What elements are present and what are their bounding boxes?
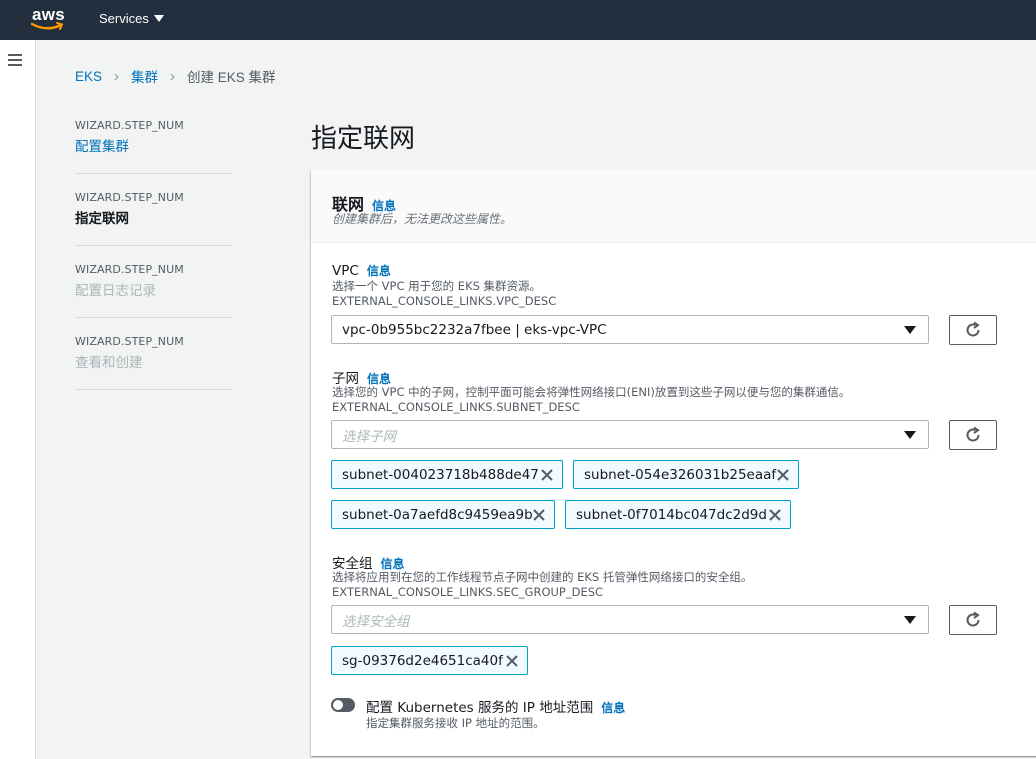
step-configure-logging: 配置日志记录 xyxy=(75,283,156,299)
subnet-desc-link: EXTERNAL_CONSOLE_LINKS.SUBNET_DESC xyxy=(332,400,580,414)
close-icon[interactable] xyxy=(540,468,554,482)
security-group-desc-link: EXTERNAL_CONSOLE_LINKS.SEC_GROUP_DESC xyxy=(332,585,604,599)
security-group-info-link[interactable]: 信息 xyxy=(381,557,405,571)
token-label: subnet-0f7014bc047dc2d9d xyxy=(576,506,767,523)
breadcrumb: EKS › 集群 › 创建 EKS 集群 xyxy=(75,66,276,86)
breadcrumb-clusters[interactable]: 集群 xyxy=(131,66,158,86)
close-icon[interactable] xyxy=(768,508,782,522)
security-group-select-placeholder: 选择安全组 xyxy=(342,613,410,630)
close-icon[interactable] xyxy=(505,654,519,668)
step-review-create: 查看和创建 xyxy=(75,355,143,371)
token-label: subnet-054e326031b25eaaf xyxy=(584,466,777,483)
token-label: subnet-004023718b488de47 xyxy=(342,466,539,483)
close-icon[interactable] xyxy=(776,468,790,482)
vpc-desc-link: EXTERNAL_CONSOLE_LINKS.VPC_DESC xyxy=(332,294,557,308)
caret-down-icon xyxy=(904,616,916,624)
step-number: WIZARD.STEP_NUM xyxy=(75,191,184,204)
ip-range-toggle[interactable] xyxy=(331,698,355,712)
security-group-description: 选择将应用到在您的工作线程节点子网中创建的 EKS 托管弹性网络接口的安全组。 … xyxy=(332,570,752,600)
subnet-info-link[interactable]: 信息 xyxy=(367,372,391,386)
ip-range-label: 配置 Kubernetes 服务的 IP 地址范围 信息 xyxy=(366,696,625,716)
close-icon[interactable] xyxy=(532,508,546,522)
security-group-token: sg-09376d2e4651ca40f xyxy=(331,646,528,675)
subnet-select-placeholder: 选择子网 xyxy=(342,428,396,445)
chevron-right-icon: › xyxy=(170,67,176,85)
page-title: 指定联网 xyxy=(311,124,416,154)
step-number: WIZARD.STEP_NUM xyxy=(75,335,184,348)
services-menu[interactable]: Services xyxy=(99,11,164,26)
aws-smile-icon xyxy=(31,22,64,30)
step-configure-cluster[interactable]: 配置集群 xyxy=(75,135,231,155)
caret-down-icon xyxy=(153,15,164,22)
token-label: subnet-0a7aefd8c9459ea9b xyxy=(342,506,533,523)
subnet-refresh-button[interactable] xyxy=(949,420,997,450)
networking-panel: 联网 信息 创建集群后，无法更改这些属性。 VPC 信息 选择一个 VPC 用于您的… xyxy=(311,170,1036,756)
security-group-refresh-button[interactable] xyxy=(949,605,997,635)
step-number: WIZARD.STEP_NUM xyxy=(75,119,184,132)
vpc-refresh-button[interactable] xyxy=(949,315,997,345)
wizard-step: WIZARD.STEP_NUM 指定联网 xyxy=(75,184,231,246)
wizard-steps: WIZARD.STEP_NUM 配置集群 WIZARD.STEP_NUM 指定联… xyxy=(75,112,231,400)
vpc-desc-text: 选择一个 VPC 用于您的 EKS 集群资源。 xyxy=(332,279,542,293)
panel-header: 联网 信息 创建集群后，无法更改这些属性。 xyxy=(311,170,1036,243)
vpc-label-text: VPC xyxy=(332,263,359,279)
caret-down-icon xyxy=(904,431,916,439)
refresh-icon xyxy=(966,611,980,627)
breadcrumb-eks[interactable]: EKS xyxy=(75,69,102,84)
ip-range-info-link[interactable]: 信息 xyxy=(601,701,625,715)
vpc-info-link[interactable]: 信息 xyxy=(367,264,391,278)
security-group-select[interactable]: 选择安全组 xyxy=(331,605,929,634)
ip-range-description: 指定集群服务接收 IP 地址的范围。 xyxy=(366,716,545,730)
side-rail xyxy=(0,40,36,759)
services-label: Services xyxy=(99,11,149,26)
aws-logo[interactable]: aws xyxy=(31,5,71,33)
wizard-step: WIZARD.STEP_NUM 配置日志记录 xyxy=(75,256,231,318)
caret-down-icon xyxy=(904,326,916,334)
top-navigation: aws Services xyxy=(0,0,1036,40)
vpc-select[interactable]: vpc-0b955bc2232a7fbee | eks-vpc-VPC xyxy=(331,315,929,344)
security-group-label: 安全组 信息 xyxy=(332,552,405,572)
vpc-label: VPC 信息 xyxy=(332,262,391,279)
wizard-step: WIZARD.STEP_NUM 配置集群 xyxy=(75,112,231,174)
subnet-token: subnet-0a7aefd8c9459ea9b xyxy=(331,500,555,529)
breadcrumb-current: 创建 EKS 集群 xyxy=(187,70,276,85)
step-number: WIZARD.STEP_NUM xyxy=(75,263,184,276)
toggle-knob xyxy=(333,700,343,710)
subnet-select[interactable]: 选择子网 xyxy=(331,420,929,449)
vpc-description: 选择一个 VPC 用于您的 EKS 集群资源。 EXTERNAL_CONSOLE… xyxy=(332,279,556,309)
token-label: sg-09376d2e4651ca40f xyxy=(342,652,503,669)
refresh-icon xyxy=(966,426,980,442)
subnet-token: subnet-054e326031b25eaaf xyxy=(573,460,799,489)
refresh-icon xyxy=(966,321,980,337)
subnet-token: subnet-004023718b488de47 xyxy=(331,460,563,489)
subnet-token: subnet-0f7014bc047dc2d9d xyxy=(565,500,791,529)
step-specify-networking: 指定联网 xyxy=(75,211,129,227)
security-group-desc-text: 选择将应用到在您的工作线程节点子网中创建的 EKS 托管弹性网络接口的安全组。 xyxy=(332,570,753,584)
subnet-label: 子网 信息 xyxy=(332,367,391,387)
chevron-right-icon: › xyxy=(114,67,120,85)
wizard-step: WIZARD.STEP_NUM 查看和创建 xyxy=(75,328,231,390)
menu-icon[interactable] xyxy=(8,54,22,66)
subnet-description: 选择您的 VPC 中的子网，控制平面可能会将弹性网络接口(ENI)放置到这些子网… xyxy=(332,385,850,415)
subnet-desc-text: 选择您的 VPC 中的子网，控制平面可能会将弹性网络接口(ENI)放置到这些子网… xyxy=(332,385,851,399)
panel-description: 创建集群后，无法更改这些属性。 xyxy=(332,212,513,226)
ip-range-label-text: 配置 Kubernetes 服务的 IP 地址范围 xyxy=(366,700,594,716)
vpc-select-value: vpc-0b955bc2232a7fbee | eks-vpc-VPC xyxy=(342,321,607,338)
